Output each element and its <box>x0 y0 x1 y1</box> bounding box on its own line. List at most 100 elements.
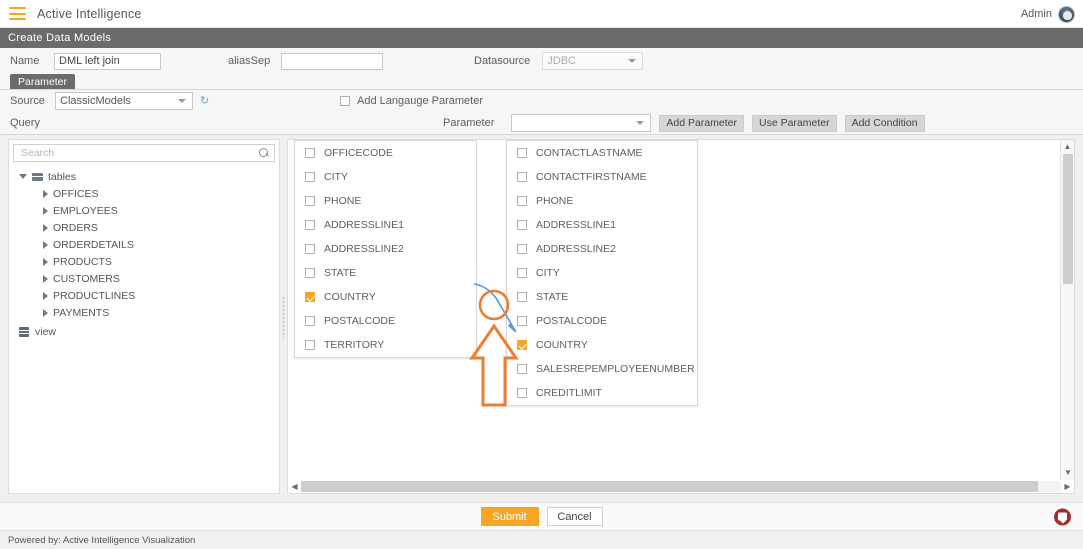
name-input[interactable] <box>54 52 161 70</box>
column-checkbox[interactable] <box>517 196 527 206</box>
use-parameter-button[interactable]: Use Parameter <box>751 114 837 132</box>
column-checkbox[interactable] <box>517 148 527 158</box>
column-checkbox[interactable] <box>517 388 527 398</box>
schema-tree: tables OFFICES EMPLOYEES ORDERS ORDERDETAIL… <box>9 166 279 340</box>
column-list-item[interactable]: POSTALCODE <box>507 309 697 333</box>
add-language-parameter-row[interactable]: Add Langauge Parameter <box>340 95 483 107</box>
tree-node-table[interactable]: ORDERS <box>17 219 279 236</box>
tree-node-table[interactable]: PRODUCTLINES <box>17 287 279 304</box>
column-list-item[interactable]: STATE <box>507 285 697 309</box>
tree-node-table[interactable]: CUSTOMERS <box>17 270 279 287</box>
search-box[interactable] <box>13 144 275 162</box>
column-list-item[interactable]: CITY <box>295 165 476 189</box>
hscrollbar-thumb[interactable] <box>301 481 1039 492</box>
column-list-item[interactable]: COUNTRY <box>295 285 476 309</box>
scroll-up-arrow-icon[interactable]: ▲ <box>1061 140 1074 153</box>
datasource-select[interactable]: JDBC <box>542 52 644 70</box>
user-avatar-icon[interactable] <box>1058 5 1075 23</box>
column-checkbox[interactable] <box>517 340 527 350</box>
hscroll-track[interactable] <box>301 481 1061 492</box>
column-list-item[interactable]: TERRITORY <box>295 333 476 357</box>
source-select[interactable]: ClassicModels <box>55 92 193 110</box>
column-checkbox[interactable] <box>305 340 315 350</box>
refresh-icon[interactable]: ↻ <box>200 95 211 107</box>
column-list-item[interactable]: COUNTRY <box>507 333 697 357</box>
chevron-right-icon[interactable] <box>43 274 48 283</box>
column-list-item[interactable]: ADDRESSLINE1 <box>507 213 697 237</box>
chevron-right-icon[interactable] <box>43 189 48 198</box>
cancel-button[interactable]: Cancel <box>546 507 603 526</box>
column-label: STATE <box>324 267 357 279</box>
canvas-horizontal-scrollbar[interactable]: ◀ ▶ <box>288 480 1074 493</box>
aliassep-input[interactable] <box>281 52 383 70</box>
column-checkbox[interactable] <box>305 316 315 326</box>
tree-node-label: ORDERS <box>53 221 98 234</box>
column-checkbox[interactable] <box>517 292 527 302</box>
column-checkbox[interactable] <box>305 268 315 278</box>
tree-node-table[interactable]: PRODUCTS <box>17 253 279 270</box>
column-list-item[interactable]: POSTALCODE <box>295 309 476 333</box>
scroll-down-arrow-icon[interactable]: ▼ <box>1061 466 1074 479</box>
column-checkbox[interactable] <box>517 316 527 326</box>
datasource-value: JDBC <box>547 55 576 67</box>
column-list-item[interactable]: CONTACTFIRSTNAME <box>507 165 697 189</box>
scrollbar-thumb[interactable] <box>1063 154 1073 284</box>
tree-node-view[interactable]: view <box>17 323 279 340</box>
column-checkbox[interactable] <box>517 364 527 374</box>
scroll-right-arrow-icon[interactable]: ▶ <box>1061 482 1074 491</box>
column-checkbox[interactable] <box>305 244 315 254</box>
chevron-right-icon[interactable] <box>43 291 48 300</box>
column-list-item[interactable]: PHONE <box>295 189 476 213</box>
column-list-item[interactable]: OFFICECODE <box>295 141 476 165</box>
chevron-down-icon[interactable] <box>19 174 27 179</box>
scroll-left-arrow-icon[interactable]: ◀ <box>288 482 301 491</box>
column-checkbox[interactable] <box>517 244 527 254</box>
chevron-right-icon[interactable] <box>43 308 48 317</box>
column-checkbox[interactable] <box>305 148 315 158</box>
column-list-item[interactable]: STATE <box>295 261 476 285</box>
column-list-item[interactable]: ADDRESSLINE2 <box>295 237 476 261</box>
parameter-panel: Source ClassicModels ↻ Add Langauge Para… <box>0 89 1083 134</box>
tree-node-table[interactable]: PAYMENTS <box>17 304 279 321</box>
chat-bubble-icon[interactable] <box>1054 508 1071 525</box>
search-input[interactable] <box>19 146 259 160</box>
tree-node-tables[interactable]: tables <box>17 168 279 185</box>
chevron-right-icon[interactable] <box>43 240 48 249</box>
tab-parameter[interactable]: Parameter <box>10 74 76 89</box>
column-list-item[interactable]: CONTACTLASTNAME <box>507 141 697 165</box>
user-label[interactable]: Admin <box>1021 8 1052 20</box>
add-parameter-button[interactable]: Add Parameter <box>659 114 744 132</box>
add-language-parameter-checkbox[interactable] <box>340 96 350 106</box>
footer-actions: Submit Cancel <box>0 502 1083 530</box>
chevron-right-icon[interactable] <box>43 206 48 215</box>
customers-column-list[interactable]: CONTACTLASTNAME CONTACTFIRSTNAME PHONE ADDR… <box>506 140 698 406</box>
chevron-right-icon[interactable] <box>43 223 48 232</box>
model-canvas[interactable]: OFFICECODE CITY PHONE ADDRESSLINE1 ADDRESSLI… <box>287 139 1075 494</box>
column-label: CITY <box>536 267 560 279</box>
column-list-item[interactable]: SALESREPEMPLOYEENUMBER <box>507 357 697 381</box>
add-condition-button[interactable]: Add Condition <box>844 114 925 132</box>
canvas-vertical-scrollbar[interactable]: ▲ ▼ <box>1060 140 1074 493</box>
tree-node-table[interactable]: ORDERDETAILS <box>17 236 279 253</box>
search-icon[interactable] <box>259 148 269 158</box>
chevron-right-icon[interactable] <box>43 257 48 266</box>
offices-column-list[interactable]: OFFICECODE CITY PHONE ADDRESSLINE1 ADDRESSLI… <box>294 140 477 358</box>
column-checkbox[interactable] <box>305 172 315 182</box>
column-list-item[interactable]: CITY <box>507 261 697 285</box>
column-checkbox[interactable] <box>305 292 315 302</box>
column-list-item[interactable]: CREDITLIMIT <box>507 381 697 405</box>
submit-button[interactable]: Submit <box>480 507 539 526</box>
column-list-item[interactable]: ADDRESSLINE1 <box>295 213 476 237</box>
tree-node-table[interactable]: OFFICES <box>17 185 279 202</box>
column-checkbox[interactable] <box>305 220 315 230</box>
hamburger-icon[interactable] <box>9 7 26 20</box>
column-checkbox[interactable] <box>517 268 527 278</box>
tree-node-table[interactable]: EMPLOYEES <box>17 202 279 219</box>
column-list-item[interactable]: ADDRESSLINE2 <box>507 237 697 261</box>
panel-resize-handle[interactable] <box>280 139 287 494</box>
column-checkbox[interactable] <box>305 196 315 206</box>
column-checkbox[interactable] <box>517 172 527 182</box>
parameter-select[interactable] <box>511 114 652 132</box>
column-list-item[interactable]: PHONE <box>507 189 697 213</box>
column-checkbox[interactable] <box>517 220 527 230</box>
